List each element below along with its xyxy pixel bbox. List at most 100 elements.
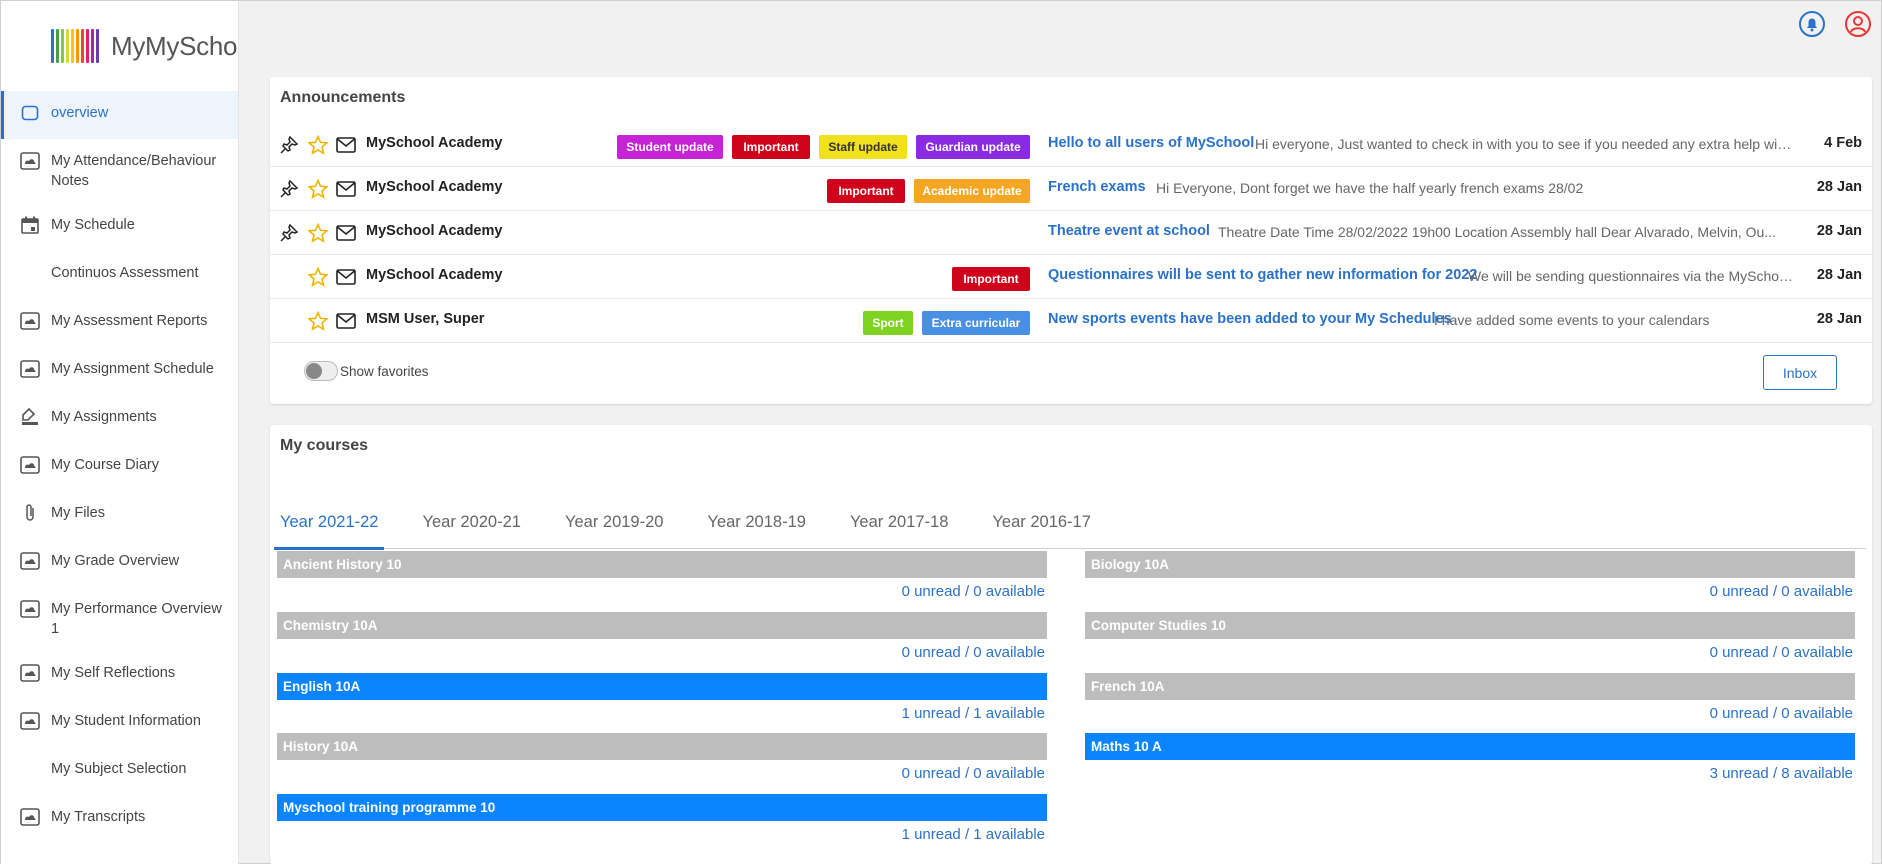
pin-icon[interactable] xyxy=(278,178,300,200)
tag-badge: Student update xyxy=(617,135,723,159)
tag-badge: Sport xyxy=(863,311,913,335)
star-icon[interactable] xyxy=(307,178,329,200)
course-unread-count[interactable]: 3 unread / 8 available xyxy=(1085,765,1855,782)
cloud-folder-icon xyxy=(19,311,41,331)
favorites-switch[interactable] xyxy=(304,361,338,381)
app-logo[interactable]: MyMySchool xyxy=(1,1,238,91)
logo-bar xyxy=(71,29,74,63)
sidebar-item-my-assignment-schedule[interactable]: My Assignment Schedule xyxy=(1,347,238,395)
announcement-date: 28 Jan xyxy=(1816,267,1862,283)
announcement-preview: Hi everyone, Just wanted to check in wit… xyxy=(1255,136,1795,152)
show-favorites-label: Show favorites xyxy=(340,363,429,379)
sidebar-item-my-student-information[interactable]: My Student Information xyxy=(1,699,238,747)
star-icon[interactable] xyxy=(307,266,329,288)
course-unread-count[interactable]: 0 unread / 0 available xyxy=(277,765,1047,782)
sidebar-item-label: My Grade Overview xyxy=(51,553,180,569)
year-tabs: Year 2021-22 Year 2020-21 Year 2019-20 Year… xyxy=(274,495,1866,550)
inbox-button[interactable]: Inbox xyxy=(1763,355,1837,390)
mail-icon xyxy=(335,178,357,200)
course-unread-count[interactable]: 1 unread / 1 available xyxy=(277,826,1047,843)
logo-bar xyxy=(51,29,54,63)
sidebar-item-my-schedule[interactable]: My Schedule xyxy=(1,203,238,251)
sidebar-item-continuos-assessment[interactable]: Continuos Assessment xyxy=(1,251,238,299)
announcement-row[interactable]: MySchool Academy Important Questionnaires … xyxy=(270,255,1872,299)
course-name[interactable]: Ancient History 10 xyxy=(277,551,1047,578)
announcement-date: 28 Jan xyxy=(1816,311,1862,327)
announcement-row[interactable]: MySchool Academy Academic update Important… xyxy=(270,167,1872,211)
sidebar-item-my-transcripts[interactable]: My Transcripts xyxy=(1,795,238,843)
course-item: Myschool training programme 10 1 unread /… xyxy=(277,794,1047,843)
tab-year-2016-17[interactable]: Year 2016-17 xyxy=(986,495,1096,549)
paperclip-icon xyxy=(19,503,41,523)
course-unread-count[interactable]: 0 unread / 0 available xyxy=(1085,583,1855,600)
tag-badge: Extra curricular xyxy=(922,311,1030,335)
course-item: Ancient History 10 0 unread / 0 available xyxy=(277,551,1047,600)
announcement-row[interactable]: MySchool Academy Guardian update Staff upd… xyxy=(270,123,1872,167)
announcement-subject[interactable]: Questionnaires will be sent to gather ne… xyxy=(1048,267,1477,283)
announcement-sender: MySchool Academy xyxy=(366,179,503,195)
tab-year-2019-20[interactable]: Year 2019-20 xyxy=(559,495,669,549)
course-name[interactable]: French 10A xyxy=(1085,672,1855,700)
star-icon[interactable] xyxy=(307,222,329,244)
tab-year-2021-22[interactable]: Year 2021-22 xyxy=(274,495,385,550)
course-unread-count[interactable]: 1 unread / 1 available xyxy=(277,705,1047,722)
bell-icon[interactable] xyxy=(1799,11,1825,37)
sidebar-item-my-self-reflections[interactable]: My Self Reflections xyxy=(1,651,238,699)
course-name[interactable]: Chemistry 10A xyxy=(277,611,1047,639)
sidebar-item-my-course-diary[interactable]: My Course Diary xyxy=(1,443,238,491)
star-icon[interactable] xyxy=(307,134,329,156)
sidebar-item-my-performance-overview-1[interactable]: My Performance Overview 1 xyxy=(1,587,238,651)
announcement-subject[interactable]: French exams xyxy=(1048,179,1146,195)
logo-bar xyxy=(61,29,64,63)
calendar-icon xyxy=(19,215,41,235)
tab-year-2020-21[interactable]: Year 2020-21 xyxy=(416,495,526,549)
sidebar-item-my-assignments[interactable]: My Assignments xyxy=(1,395,238,443)
course-name[interactable]: Myschool training programme 10 xyxy=(277,794,1047,822)
course-name[interactable]: Maths 10 A xyxy=(1085,733,1855,761)
announcement-date: 28 Jan xyxy=(1816,223,1862,239)
mail-icon xyxy=(335,222,357,244)
sidebar-item-my-attendance-behaviour-notes[interactable]: My Attendance/Behaviour Notes xyxy=(1,139,238,203)
tag-badge: Guardian update xyxy=(916,135,1030,159)
sidebar-item-label: My Transcripts xyxy=(51,809,146,825)
show-favorites-toggle[interactable]: Show favorites xyxy=(304,361,429,381)
course-item: Chemistry 10A 0 unread / 0 available xyxy=(277,611,1047,661)
announcement-row[interactable]: MySchool Academy Theatre event at school T… xyxy=(270,211,1872,255)
course-name[interactable]: Biology 10A xyxy=(1085,551,1855,578)
announcement-subject[interactable]: Theatre event at school xyxy=(1048,223,1210,239)
announcement-row[interactable]: MSM User, Super Extra curricular Sport New … xyxy=(270,299,1872,343)
course-item: Computer Studies 10 0 unread / 0 availabl… xyxy=(1085,611,1855,661)
course-unread-count[interactable]: 0 unread / 0 available xyxy=(1085,705,1855,722)
sidebar-item-label: My Schedule xyxy=(51,217,135,233)
course-name[interactable]: English 10A xyxy=(277,672,1047,700)
announcement-preview: We will be sending questionnaires via th… xyxy=(1468,268,1796,284)
course-unread-count[interactable]: 0 unread / 0 available xyxy=(1085,644,1855,661)
mail-icon xyxy=(335,266,357,288)
sidebar-item-my-assessment-reports[interactable]: My Assessment Reports xyxy=(1,299,238,347)
cloud-folder-icon xyxy=(19,711,41,731)
pin-icon[interactable] xyxy=(278,222,300,244)
pin-icon[interactable] xyxy=(278,134,300,156)
sidebar-item-my-files[interactable]: My Files xyxy=(1,491,238,539)
announcement-sender: MySchool Academy xyxy=(366,135,503,151)
tab-year-2018-19[interactable]: Year 2018-19 xyxy=(701,495,811,549)
course-name[interactable]: History 10A xyxy=(277,733,1047,761)
sidebar-item-my-grade-overview[interactable]: My Grade Overview xyxy=(1,539,238,587)
sidebar-item-overview[interactable]: overview xyxy=(1,91,238,139)
sidebar-item-my-subject-selection[interactable]: My Subject Selection xyxy=(1,747,238,795)
cloud-folder-icon xyxy=(19,455,41,475)
sidebar-item-label: My Attendance/Behaviour Notes xyxy=(51,153,217,189)
star-icon[interactable] xyxy=(307,310,329,332)
announcement-subject[interactable]: New sports events have been added to you… xyxy=(1048,311,1452,327)
announcement-sender: MSM User, Super xyxy=(366,311,485,327)
tag-badge: Staff update xyxy=(819,135,907,159)
user-icon[interactable] xyxy=(1845,11,1871,37)
blank-icon xyxy=(19,263,41,283)
course-name[interactable]: Computer Studies 10 xyxy=(1085,611,1855,639)
course-unread-count[interactable]: 0 unread / 0 available xyxy=(277,644,1047,661)
tab-year-2017-18[interactable]: Year 2017-18 xyxy=(844,495,954,549)
announcement-date: 28 Jan xyxy=(1816,179,1862,195)
course-unread-count[interactable]: 0 unread / 0 available xyxy=(277,583,1047,600)
announcement-subject[interactable]: Hello to all users of MySchool xyxy=(1048,135,1254,151)
tag-badge: Academic update xyxy=(914,179,1030,203)
